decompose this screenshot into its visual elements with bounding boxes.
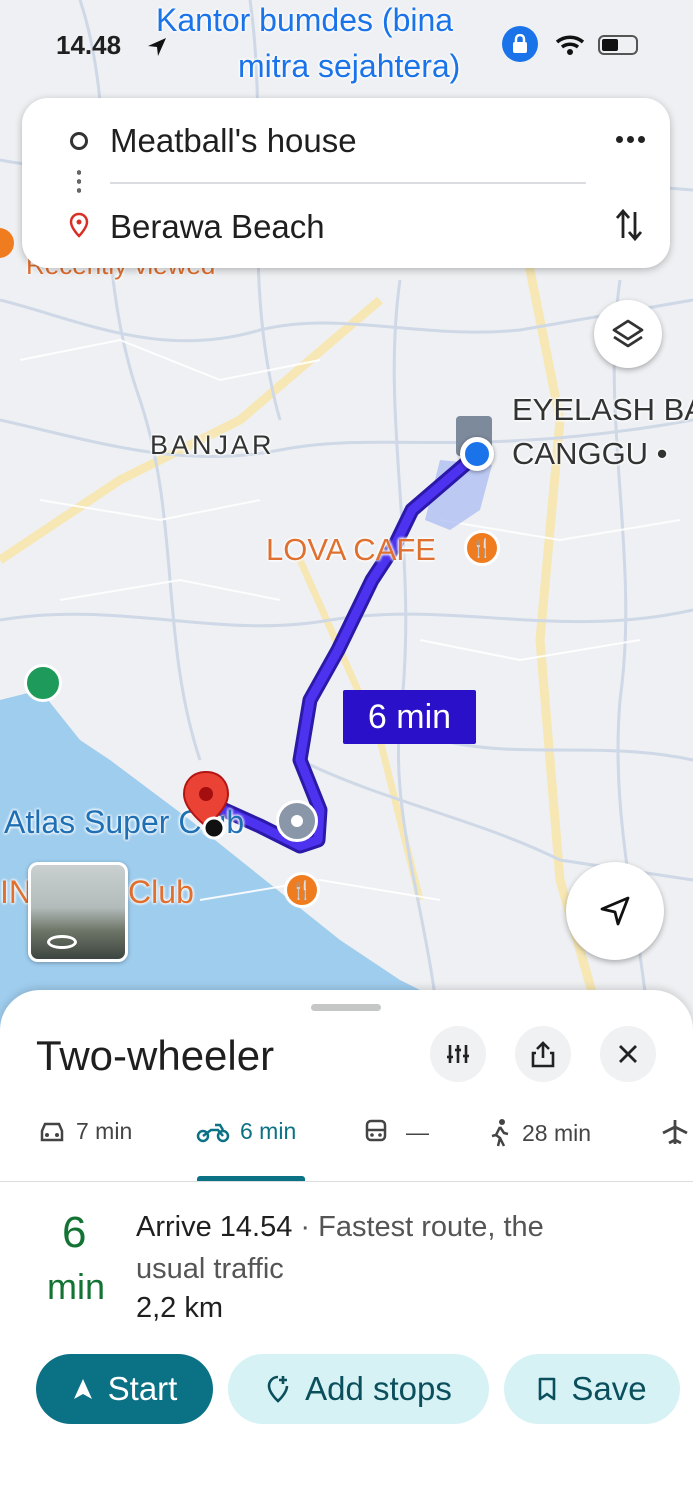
save-label: Save bbox=[571, 1370, 647, 1407]
motorbike-icon bbox=[196, 1123, 230, 1142]
map-label-kantor-line2[interactable]: mitra sejahtera) bbox=[238, 48, 460, 85]
origin-field[interactable]: Meatball's house bbox=[110, 122, 357, 160]
mode-walk-label: 28 min bbox=[522, 1119, 592, 1146]
layers-button[interactable] bbox=[594, 300, 662, 368]
swap-vertical-icon[interactable] bbox=[614, 206, 644, 244]
route-options-button[interactable] bbox=[430, 1026, 486, 1082]
restaurant-poi-icon[interactable]: 🍴 bbox=[464, 530, 500, 566]
map-label-banjar: BANJAR bbox=[150, 430, 275, 460]
route-dots-icon bbox=[77, 168, 81, 196]
directions-card: Meatball's house Berawa Beach bbox=[22, 98, 670, 268]
share-button[interactable] bbox=[515, 1026, 571, 1082]
rotate-360-icon bbox=[47, 935, 77, 949]
train-icon bbox=[365, 1119, 387, 1142]
arrive-time: Arrive 14.54 bbox=[136, 1211, 293, 1243]
route-distance: 2,2 km bbox=[136, 1292, 224, 1324]
vpn-icon bbox=[502, 26, 538, 62]
close-button[interactable] bbox=[600, 1026, 656, 1082]
destination-pin-small-icon bbox=[69, 212, 89, 238]
walking-icon bbox=[491, 1119, 509, 1147]
add-stops-label: Add stops bbox=[305, 1370, 452, 1407]
more-horizontal-icon bbox=[615, 135, 645, 143]
mode-two-wheeler-label: 6 min bbox=[240, 1118, 297, 1144]
map-label-eyelash-line2[interactable]: CANGGU • bbox=[512, 436, 668, 472]
start-label: Start bbox=[107, 1370, 178, 1407]
map-label-kantor[interactable]: Kantor bumdes (bina bbox=[156, 2, 453, 39]
sheet-title: Two-wheeler bbox=[36, 1032, 275, 1079]
bookmark-icon bbox=[539, 1377, 556, 1401]
add-location-icon bbox=[267, 1375, 289, 1403]
duration-value: 6 bbox=[62, 1208, 87, 1257]
more-options-button[interactable] bbox=[610, 124, 650, 154]
tune-icon bbox=[447, 1045, 469, 1063]
mode-tab-two-wheeler[interactable]: 6 min bbox=[196, 1118, 296, 1145]
duration-unit: min bbox=[47, 1266, 106, 1307]
navigation-start-icon bbox=[73, 1379, 92, 1399]
field-divider bbox=[110, 182, 586, 184]
mode-tab-drive[interactable]: 7 min bbox=[38, 1118, 132, 1145]
directions-sheet: Two-wheeler 7 min 6 min — 28 min 6 min A… bbox=[0, 990, 693, 1500]
layers-icon bbox=[612, 319, 644, 348]
restaurant-poi-icon[interactable]: 🍴 bbox=[284, 872, 320, 908]
mode-transit-label: — bbox=[406, 1118, 429, 1145]
route-time-label[interactable]: 6 min bbox=[343, 690, 476, 744]
mode-tab-transit[interactable]: — bbox=[364, 1118, 429, 1146]
battery-icon bbox=[598, 35, 638, 55]
recenter-button[interactable] bbox=[566, 862, 664, 960]
mode-tab-flight[interactable] bbox=[660, 1118, 690, 1146]
tabs-divider bbox=[0, 1181, 693, 1182]
waypoint-marker[interactable] bbox=[276, 800, 318, 842]
add-stops-button[interactable]: Add stops bbox=[228, 1354, 489, 1424]
park-poi-icon[interactable] bbox=[24, 664, 62, 702]
save-button[interactable]: Save bbox=[504, 1354, 680, 1424]
route-note-2: usual traffic bbox=[136, 1253, 284, 1285]
mode-drive-label: 7 min bbox=[76, 1118, 133, 1144]
mode-tab-walk[interactable]: 28 min bbox=[488, 1118, 591, 1148]
origin-circle-icon bbox=[70, 132, 88, 150]
destination-field[interactable]: Berawa Beach bbox=[110, 208, 325, 246]
route-note: · Fastest route, the bbox=[292, 1211, 544, 1243]
navigation-arrow-icon bbox=[600, 896, 630, 926]
close-icon bbox=[619, 1045, 637, 1063]
origin-marker[interactable] bbox=[460, 437, 494, 471]
map-label-lova-cafe[interactable]: LOVA CAFE bbox=[266, 532, 436, 568]
start-button[interactable]: Start bbox=[36, 1354, 213, 1424]
location-arrow-icon bbox=[148, 38, 166, 56]
car-icon bbox=[40, 1122, 64, 1141]
status-time: 14.48 bbox=[56, 30, 122, 60]
route-summary[interactable]: Arrive 14.54 · Fastest route, the usual … bbox=[136, 1206, 656, 1290]
street-view-thumbnail[interactable] bbox=[28, 862, 128, 962]
map-label-eyelash[interactable]: EYELASH BA bbox=[512, 392, 693, 428]
destination-pin-icon[interactable] bbox=[180, 770, 232, 840]
share-icon bbox=[531, 1041, 555, 1068]
wifi-icon bbox=[555, 35, 585, 55]
sheet-drag-handle[interactable] bbox=[311, 1004, 381, 1011]
airplane-icon bbox=[662, 1120, 688, 1145]
